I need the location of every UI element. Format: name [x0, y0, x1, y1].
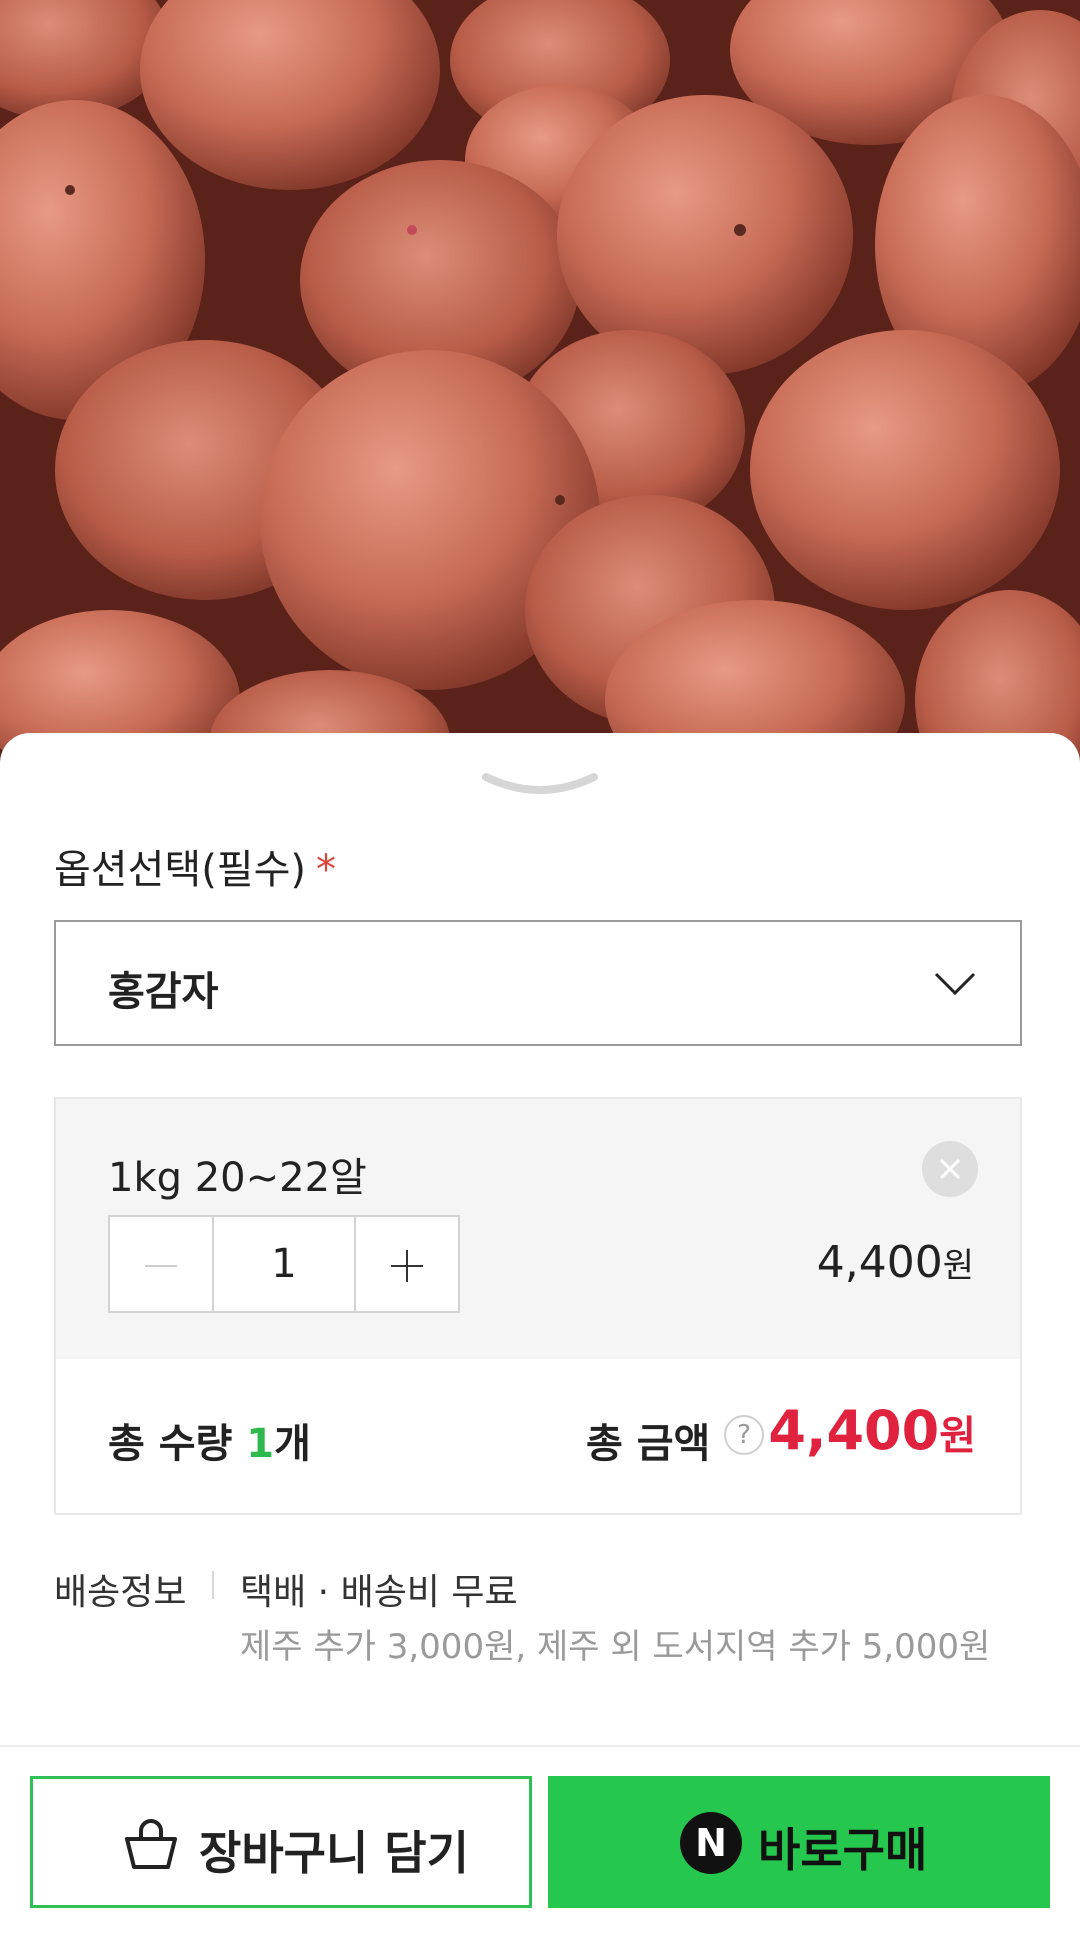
order-summary: 총 수량 1개 총 금액 ? 4,400원	[54, 1359, 1022, 1515]
help-icon[interactable]: ?	[724, 1415, 764, 1455]
item-price: 4,400원	[817, 1237, 974, 1288]
total-qty-prefix: 총 수량	[108, 1421, 233, 1467]
total-amount-label: 총 금액	[586, 1421, 711, 1467]
option-bottom-sheet: 옵션선택(필수) * 홍감자 1kg 20~22알 1 4,400원 총 수량 …	[0, 733, 1080, 1937]
product-photo	[0, 0, 1080, 780]
close-icon	[939, 1158, 961, 1180]
add-to-cart-label: 장바구니 담기	[199, 1826, 469, 1880]
shopping-bag-icon	[125, 1819, 177, 1869]
option-dropdown[interactable]: 홍감자	[54, 920, 1022, 1046]
minus-icon	[145, 1265, 177, 1267]
add-to-cart-button[interactable]: 장바구니 담기	[30, 1776, 532, 1908]
plus-icon	[391, 1250, 423, 1282]
quantity-stepper: 1	[108, 1215, 460, 1313]
buy-now-button[interactable]: N 바로구매	[548, 1776, 1050, 1908]
potatoes-image	[0, 0, 1080, 780]
option-select-label: 옵션선택(필수) *	[54, 837, 336, 895]
item-option-name: 1kg 20~22알	[108, 1155, 367, 1201]
decrease-button[interactable]	[110, 1217, 212, 1311]
chevron-down-icon	[482, 773, 598, 794]
shipping-extra-fee: 제주 추가 3,000원, 제주 외 도서지역 추가 5,000원	[240, 1627, 991, 1667]
selected-item-box: 1kg 20~22알 1 4,400원	[54, 1097, 1022, 1361]
item-price-value: 4,400	[816, 1237, 943, 1288]
remove-item-button[interactable]	[922, 1141, 978, 1197]
quantity-value[interactable]: 1	[212, 1217, 356, 1311]
chevron-down-icon	[934, 972, 976, 996]
total-qty-suffix: 개	[274, 1421, 311, 1467]
total-amount-value: 4,400	[768, 1399, 940, 1462]
naver-pay-icon: N	[680, 1812, 742, 1874]
increase-button[interactable]	[356, 1217, 458, 1311]
required-mark: *	[316, 847, 337, 893]
total-quantity: 총 수량 1개	[108, 1411, 311, 1469]
total-qty-number: 1	[246, 1421, 275, 1467]
option-label-text: 옵션선택(필수)	[54, 847, 307, 893]
action-bar-divider	[0, 1745, 1080, 1747]
option-selected-value: 홍감자	[108, 969, 219, 1015]
collapse-handle[interactable]	[478, 769, 602, 809]
buy-now-label: 바로구매	[758, 1823, 928, 1877]
shipping-method: 택배 · 배송비 무료	[240, 1572, 518, 1613]
total-amount: 4,400원	[768, 1399, 976, 1462]
item-price-unit: 원	[942, 1246, 974, 1286]
shipping-divider	[212, 1571, 214, 1599]
shipping-info-title: 배송정보	[54, 1572, 187, 1613]
total-amount-unit: 원	[939, 1413, 976, 1459]
